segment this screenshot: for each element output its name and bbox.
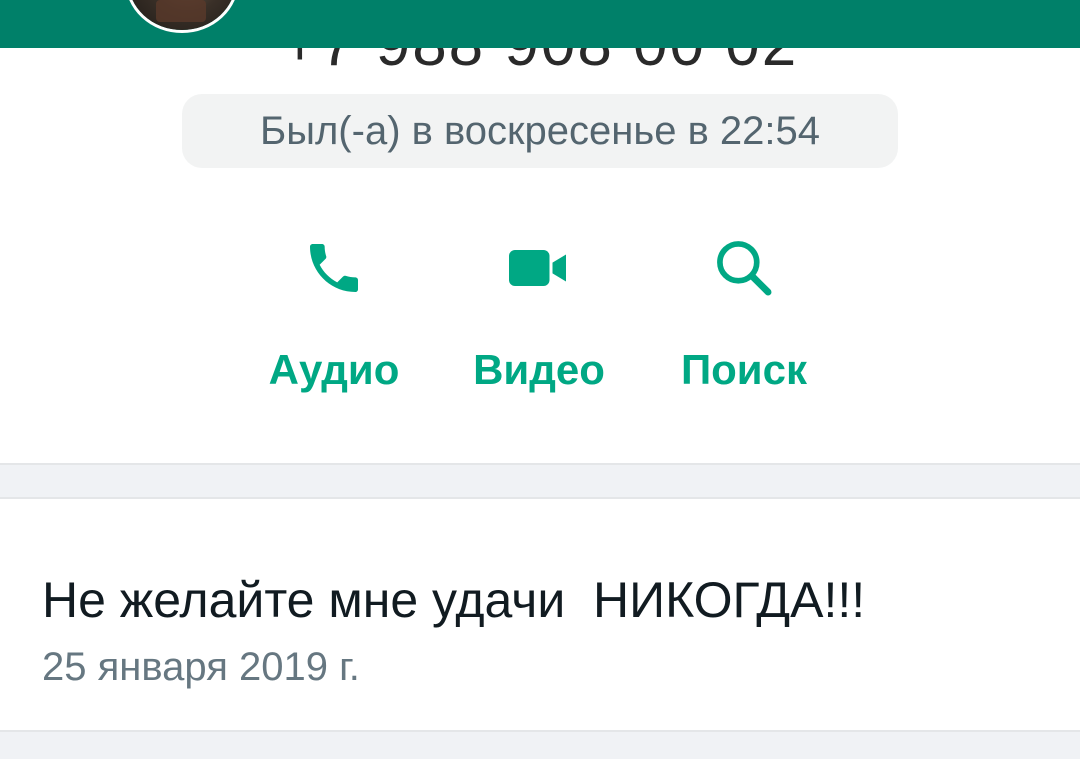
video-call-button[interactable]: Видео xyxy=(449,228,629,408)
last-seen-status: Был(-а) в воскресенье в 22:54 xyxy=(182,94,898,168)
section-divider xyxy=(0,463,1080,499)
audio-call-label: Аудио xyxy=(268,346,400,393)
search-label: Поиск xyxy=(680,346,808,393)
phone-number-container: +7 988 908 00 02 xyxy=(0,48,1080,68)
phone-number[interactable]: +7 988 908 00 02 xyxy=(0,48,1080,68)
search-icon xyxy=(704,228,784,308)
avatar-photo-detail xyxy=(156,0,206,22)
about-status-date: 25 января 2019 г. xyxy=(42,645,360,689)
video-camera-icon xyxy=(499,228,579,308)
about-section[interactable]: Не желайте мне удачи НИКОГДА!!! 25 январ… xyxy=(0,499,1080,730)
audio-call-button[interactable]: Аудио xyxy=(244,228,424,408)
section-divider-bottom xyxy=(0,730,1080,759)
phone-icon xyxy=(294,228,374,308)
search-button[interactable]: Поиск xyxy=(654,228,834,408)
video-call-label: Видео xyxy=(473,346,605,393)
about-status-text: Не желайте мне удачи НИКОГДА!!! xyxy=(42,572,866,628)
